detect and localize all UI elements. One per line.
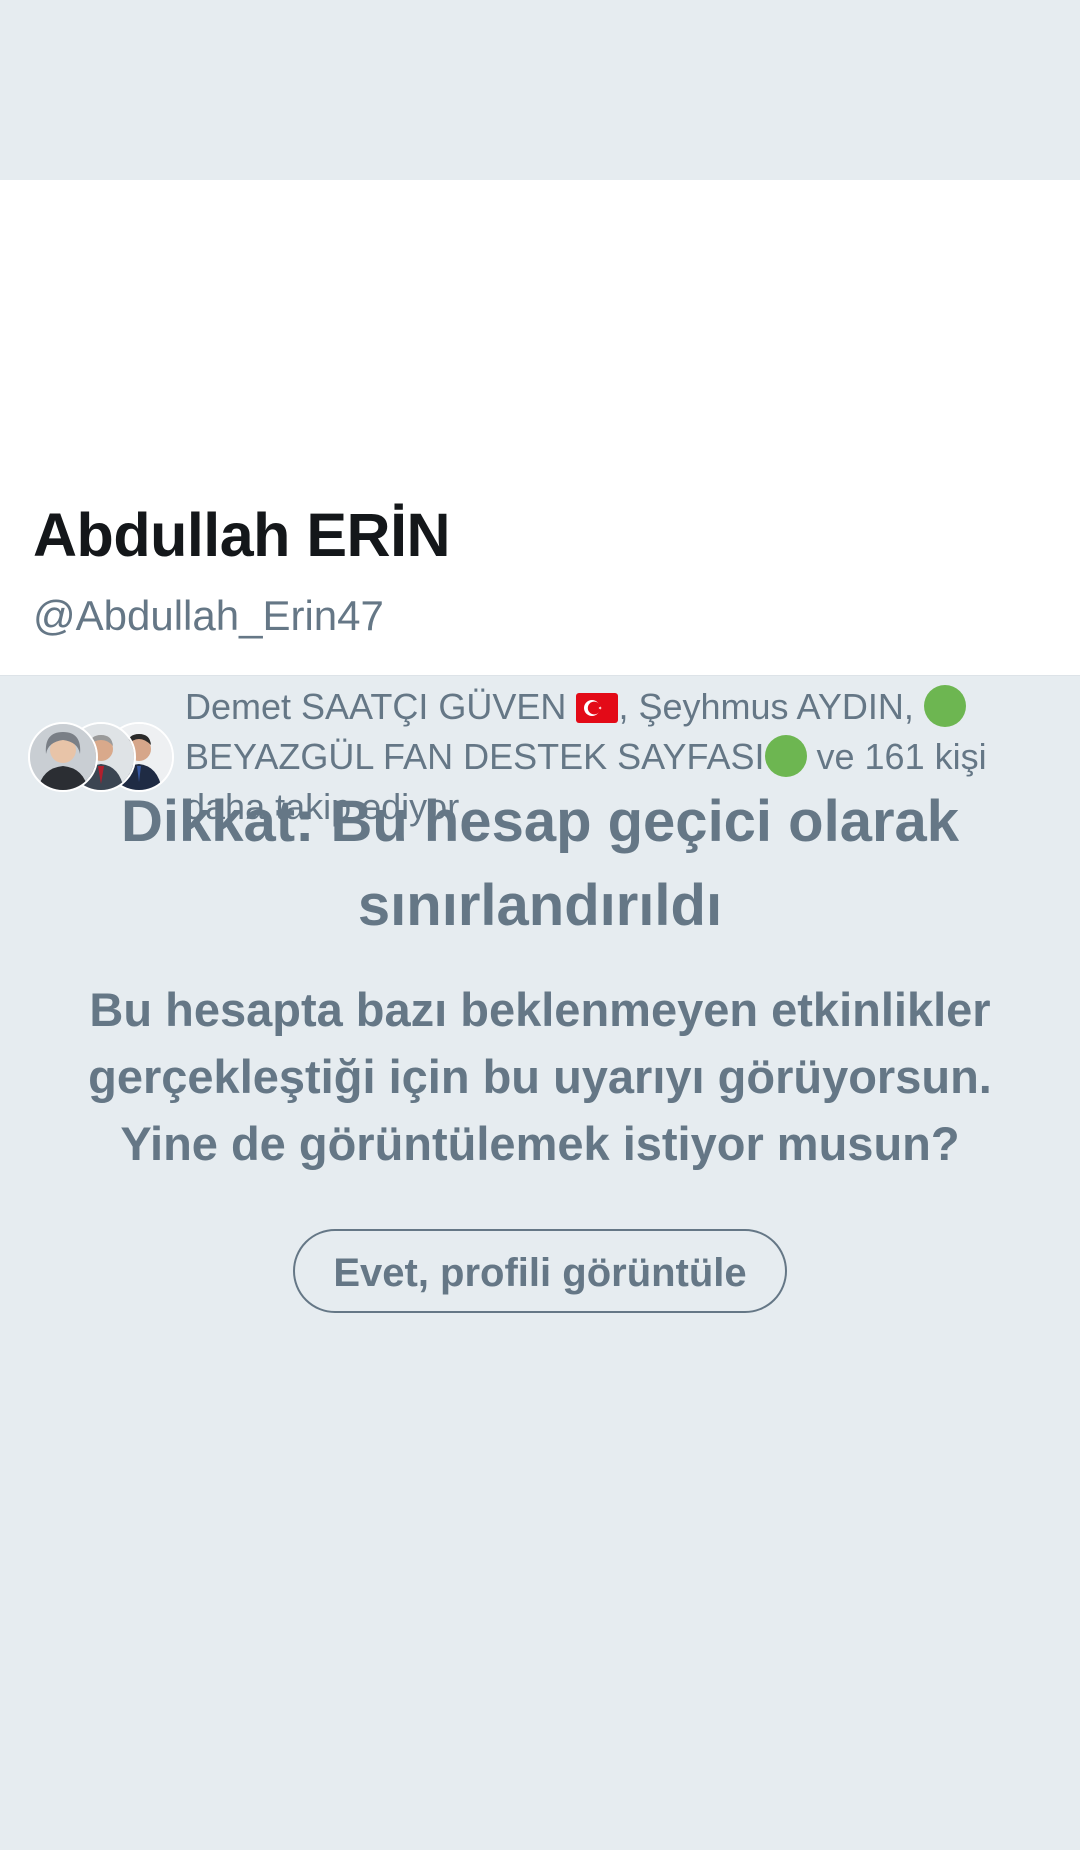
followers-you-know-avatars[interactable] [28, 722, 174, 792]
restricted-account-warning: Dikkat: Bu hesap geçici olarak sınırland… [0, 780, 1080, 1313]
follower-name-2: Şeyhmus AYDIN, [638, 686, 914, 727]
user-handle: @Abdullah_Erin47 [33, 592, 384, 639]
profile-banner [0, 0, 1080, 180]
green-circle-icon [923, 685, 966, 727]
view-profile-button[interactable]: Evet, profili görüntüle [293, 1229, 787, 1313]
green-circle-icon [764, 735, 807, 777]
warning-description: Bu hesapta bazı beklenmeyen etkinlikler … [88, 983, 992, 1170]
follower-separator: , [618, 686, 639, 727]
profile-card: Abdullah ERİN @Abdullah_Erin47 Demet SAA… [0, 180, 1080, 827]
follower-name-1: Demet SAATÇI GÜVEN [185, 686, 567, 727]
turkey-flag-icon [576, 686, 619, 723]
follower-name-3: BEYAZGÜL FAN DESTEK SAYFASI [185, 736, 765, 777]
profile-avatar[interactable] [26, 260, 266, 500]
display-name: Abdullah ERİN [33, 501, 451, 569]
warning-title: Dikkat: Bu hesap geçici olarak sınırland… [120, 789, 960, 938]
follower-avatar-1 [28, 722, 98, 792]
